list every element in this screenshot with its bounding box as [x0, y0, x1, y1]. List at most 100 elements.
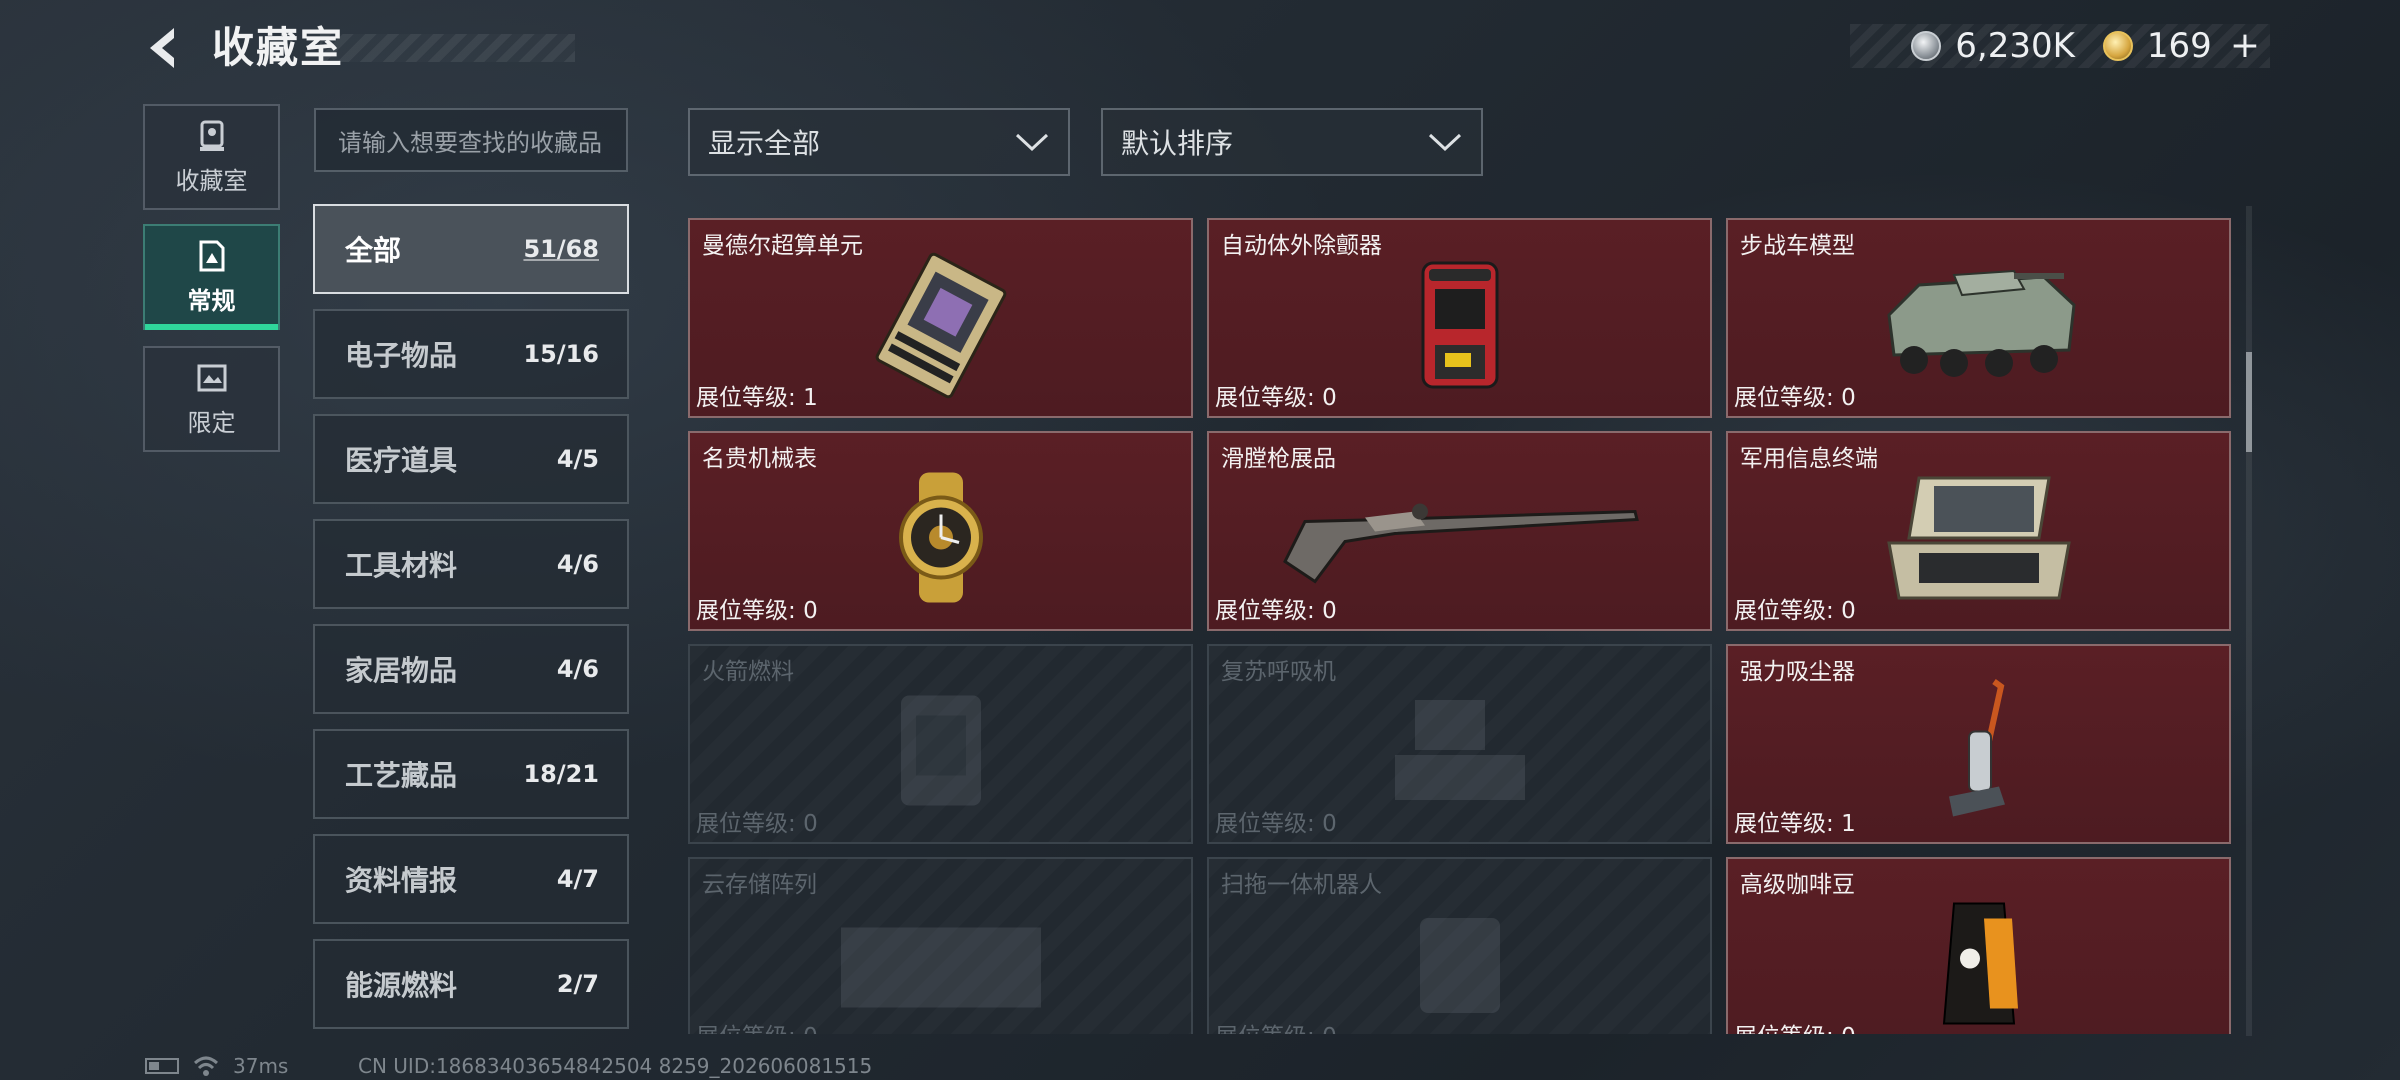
ventilator-icon [1394, 700, 1525, 800]
item-name: 复苏呼吸机 [1221, 659, 1336, 685]
mode-tab-label: 常规 [187, 286, 236, 315]
category-household[interactable]: 家居物品 4/6 [313, 624, 629, 714]
collection-item-card[interactable]: 军用信息终端 展位等级: 0 [1726, 431, 2231, 631]
storage-array-icon [840, 927, 1041, 1008]
level-value: 0 [803, 598, 818, 624]
category-energy[interactable]: 能源燃料 2/7 [313, 939, 629, 1029]
page-title: 收藏室 [212, 23, 345, 72]
level-value: 0 [1322, 1024, 1337, 1034]
category-count: 18/21 [523, 760, 599, 788]
scroll-thumb[interactable] [2246, 352, 2252, 452]
category-count: 4/7 [556, 865, 599, 893]
title-decoration [320, 34, 575, 62]
chevron-down-icon [1015, 133, 1049, 152]
collection-item-card[interactable]: 高级咖啡豆 展位等级: 0 [1726, 857, 2231, 1034]
gold-currency-value: 169 [2146, 26, 2212, 66]
item-name: 云存储阵列 [702, 872, 817, 898]
category-count: 15/16 [523, 340, 599, 368]
item-name: 步战车模型 [1740, 233, 1855, 259]
level-value: 0 [1841, 385, 1856, 411]
wifi-icon [193, 1056, 219, 1076]
level-label: 展位等级: [1215, 1024, 1315, 1034]
add-currency-button[interactable]: + [2230, 28, 2260, 64]
level-value: 1 [803, 385, 818, 411]
fuel-icon [900, 695, 981, 806]
category-count: 51/68 [523, 235, 599, 263]
collection-item-card[interactable]: 自动体外除颤器 展位等级: 0 [1207, 218, 1712, 418]
coffee-bag-icon [1942, 902, 2018, 1025]
level-value: 0 [803, 811, 818, 837]
ping-value: 37ms [233, 1054, 289, 1078]
collection-item-card[interactable]: 扫拖一体机器人 展位等级: 0 [1207, 857, 1712, 1034]
item-name: 火箭燃料 [702, 659, 794, 685]
defibrillator-icon [1421, 261, 1498, 389]
category-name: 资料情报 [345, 864, 458, 897]
category-count: 2/7 [556, 970, 599, 998]
category-all[interactable]: 全部 51/68 [313, 204, 629, 294]
level-value: 0 [1322, 385, 1337, 411]
category-name: 工具材料 [345, 549, 458, 582]
ifv-model-icon [1886, 269, 2076, 377]
level-label: 展位等级: [696, 1024, 796, 1034]
display-filter-dropdown[interactable]: 显示全部 [688, 108, 1070, 176]
category-count: 4/5 [556, 445, 599, 473]
back-button[interactable] [140, 22, 192, 74]
level-value: 0 [1841, 1024, 1856, 1034]
category-name: 电子物品 [345, 339, 458, 372]
item-name: 名贵机械表 [702, 446, 817, 472]
status-bar: 37ms [145, 1054, 288, 1078]
robot-icon [1419, 918, 1500, 1013]
dropdown-value: 显示全部 [708, 127, 821, 160]
category-name: 能源燃料 [345, 969, 458, 1002]
mode-tab-limited[interactable]: 限定 [143, 346, 280, 452]
level-label: 展位等级: [1734, 1024, 1834, 1034]
musket-icon [1282, 503, 1639, 584]
level-label: 展位等级: [1734, 598, 1834, 624]
mode-tab-label: 限定 [187, 408, 236, 437]
sort-dropdown[interactable]: 默认排序 [1101, 108, 1483, 176]
level-label: 展位等级: [1215, 598, 1315, 624]
collection-item-card[interactable]: 强力吸尘器 展位等级: 1 [1726, 644, 2231, 844]
category-name: 全部 [345, 234, 402, 267]
level-label: 展位等级: [696, 598, 796, 624]
level-label: 展位等级: [1734, 385, 1834, 411]
category-intel[interactable]: 资料情报 4/7 [313, 834, 629, 924]
level-label: 展位等级: [1215, 385, 1315, 411]
terminal-icon [1886, 476, 2071, 600]
level-value: 0 [1322, 811, 1337, 837]
mode-tab-regular[interactable]: 常规 [143, 224, 280, 330]
search-input[interactable]: 请输入想要查找的收藏品 [314, 108, 628, 172]
dropdown-value: 默认排序 [1121, 127, 1234, 160]
collection-item-card[interactable]: 滑膛枪展品 展位等级: 0 [1207, 431, 1712, 631]
collection-item-card[interactable]: 火箭燃料 展位等级: 0 [688, 644, 1193, 844]
category-crafts[interactable]: 工艺藏品 18/21 [313, 729, 629, 819]
category-tools[interactable]: 工具材料 4/6 [313, 519, 629, 609]
item-name: 扫拖一体机器人 [1221, 872, 1382, 898]
category-electronics[interactable]: 电子物品 15/16 [313, 309, 629, 399]
collection-item-card[interactable]: 名贵机械表 展位等级: 0 [688, 431, 1193, 631]
compute-unit-icon [875, 252, 1006, 399]
battery-icon [145, 1058, 179, 1074]
category-medical[interactable]: 医疗道具 4/5 [313, 414, 629, 504]
mode-tab-collection-room[interactable]: 收藏室 [143, 104, 280, 210]
silver-currency-value: 6,230K [1955, 26, 2075, 66]
item-name: 曼德尔超算单元 [702, 233, 863, 259]
picture-icon [197, 364, 226, 391]
item-name: 自动体外除颤器 [1221, 233, 1382, 259]
currency-bar: 6,230K 169 + [1850, 24, 2270, 68]
category-name: 工艺藏品 [345, 759, 458, 792]
grid-scrollbar[interactable] [2246, 206, 2252, 1036]
level-label: 展位等级: [696, 385, 796, 411]
document-icon [199, 240, 224, 271]
level-value: 1 [1841, 811, 1856, 837]
category-count: 4/6 [556, 655, 599, 683]
collection-item-card[interactable]: 复苏呼吸机 展位等级: 0 [1207, 644, 1712, 844]
back-arrow-icon [150, 28, 174, 68]
collection-grid: 曼德尔超算单元 展位等级: 1 自动体外除颤器 展位等级: 0 步战车模型 展位… [686, 214, 2231, 1034]
level-value: 0 [803, 1024, 818, 1034]
level-label: 展位等级: [1215, 811, 1315, 837]
collection-item-card[interactable]: 步战车模型 展位等级: 0 [1726, 218, 2231, 418]
user-uid: CN UID:18683403654842504 8259_2026060815… [358, 1054, 873, 1078]
collection-item-card[interactable]: 云存储阵列 展位等级: 0 [688, 857, 1193, 1034]
collection-item-card[interactable]: 曼德尔超算单元 展位等级: 1 [688, 218, 1193, 418]
